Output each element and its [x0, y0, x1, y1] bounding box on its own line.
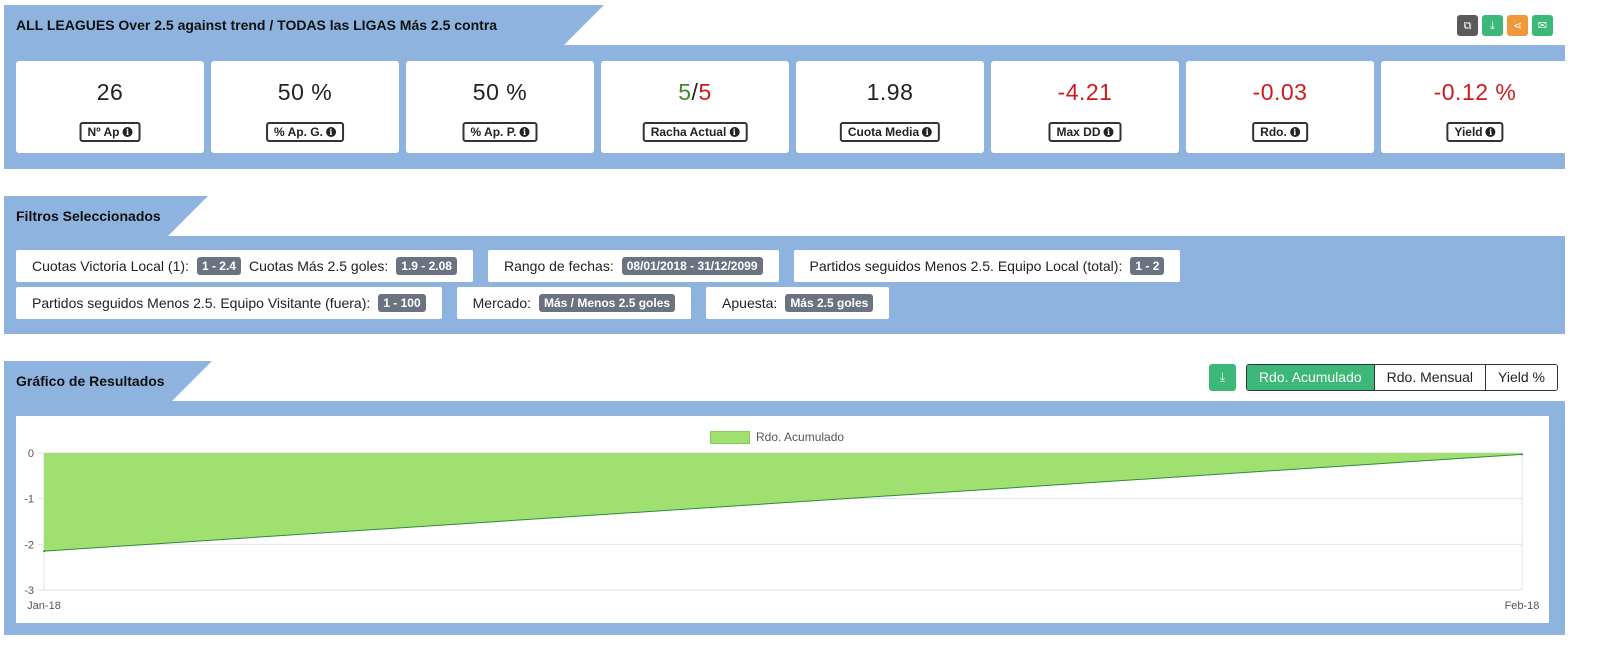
stat-card-result: -0.03 Rdo. i [1186, 61, 1374, 153]
filter-chip: Cuotas Victoria Local (1): 1 - 2.4 Cuota… [16, 250, 473, 282]
filter-label: Apuesta: [722, 295, 778, 311]
stat-card-max-dd: -4.21 Max DD i [991, 61, 1179, 153]
filter-chip: Partidos seguidos Menos 2.5. Equipo Loca… [793, 250, 1181, 282]
filter-chip: Mercado: Más / Menos 2.5 goles [456, 287, 692, 319]
filter-label: Partidos seguidos Menos 2.5. Equipo Loca… [809, 258, 1123, 274]
stat-card-yield: -0.12 % Yield i [1381, 61, 1569, 153]
x-tick-label: Feb-18 [1505, 600, 1540, 612]
stat-value: 1.98 [866, 79, 914, 105]
download-icon[interactable]: ⤓ [1208, 364, 1236, 391]
stat-label[interactable]: Racha Actual i [642, 122, 748, 142]
stat-card-streak: 5/5 Racha Actual i [601, 61, 789, 153]
stat-label[interactable]: % Ap. G. i [266, 122, 344, 142]
filter-chip: Rango de fechas: 08/01/2018 - 31/12/2099 [487, 250, 779, 282]
stat-card-pct-lost: 50 % % Ap. P. i [406, 61, 594, 153]
filters-title: Filtros Seleccionados [16, 208, 161, 224]
stat-card-avg-odds: 1.98 Cuota Media i [796, 61, 984, 153]
tab-yield[interactable]: Yield % [1485, 365, 1557, 390]
stat-value: 26 [96, 79, 124, 105]
filter-label: Rango de fechas: [503, 258, 614, 274]
stat-label[interactable]: Cuota Media i [839, 122, 941, 142]
share-icon[interactable]: ⋖ [1507, 15, 1528, 36]
stat-value: -0.12 % [1433, 79, 1517, 105]
chart-svg: 0 -1 -2 -3 Jan-18 Feb-18 [24, 448, 1540, 612]
chart-controls: ⤓ Rdo. Acumulado Rdo. Mensual Yield % [1208, 364, 1558, 391]
filters-tab: Filtros Seleccionados [4, 196, 208, 236]
stat-label[interactable]: % Ap. P. i [462, 122, 538, 142]
y-tick-label: -2 [24, 539, 34, 551]
stat-label[interactable]: Nº Ap i [79, 122, 141, 142]
results-title: Gráfico de Resultados [16, 373, 165, 389]
info-icon: i [1103, 127, 1114, 137]
stat-label[interactable]: Yield i [1446, 122, 1504, 142]
stat-value: 50 % [277, 79, 333, 105]
stat-label[interactable]: Rdo. i [1252, 122, 1308, 142]
top-actions: ⧉ ⤓ ⋖ ✉ [1457, 15, 1553, 36]
info-icon: i [1289, 127, 1300, 137]
stat-value: -0.03 [1252, 79, 1308, 105]
filter-value: 1.9 - 2.08 [396, 257, 457, 275]
info-icon: i [519, 127, 530, 137]
stats-cards: 26 Nº Ap i 50 % % Ap. G. i 50 % % Ap. P. i … [16, 61, 1569, 153]
y-tick-label: -1 [24, 494, 34, 506]
page-title-tab: ALL LEAGUES Over 2.5 against trend / TOD… [4, 5, 604, 73]
y-tick-label: 0 [28, 448, 34, 460]
filter-value: 08/01/2018 - 31/12/2099 [621, 257, 763, 275]
filter-value: Más 2.5 goles [785, 294, 874, 312]
stat-card-appearances: 26 Nº Ap i [16, 61, 204, 153]
filter-label: Mercado: [472, 295, 531, 311]
filter-value: 1 - 100 [378, 294, 426, 312]
y-tick-label: -3 [24, 585, 34, 597]
stat-value: 5/5 [678, 79, 712, 105]
chart-mode-toggle: Rdo. Acumulado Rdo. Mensual Yield % [1245, 364, 1558, 391]
tab-rdo-mensual[interactable]: Rdo. Mensual [1373, 365, 1486, 390]
info-icon: i [1485, 127, 1496, 137]
copy-icon[interactable]: ⧉ [1457, 15, 1478, 36]
info-icon: i [922, 127, 933, 137]
filter-value: Más / Menos 2.5 goles [539, 294, 676, 312]
chart-area: Rdo. Acumulado 0 -1 -2 -3 Jan-18 Feb-18 [16, 416, 1549, 623]
results-tab: Gráfico de Resultados [4, 361, 212, 401]
info-icon: i [325, 127, 336, 137]
filters-row-1: Cuotas Victoria Local (1): 1 - 2.4 Cuota… [16, 250, 1181, 282]
filter-chip: Apuesta: Más 2.5 goles [706, 287, 890, 319]
stat-value: -4.21 [1057, 79, 1113, 105]
x-tick-label: Jan-18 [27, 600, 61, 612]
stat-card-pct-won: 50 % % Ap. G. i [211, 61, 399, 153]
tab-rdo-acumulado[interactable]: Rdo. Acumulado [1246, 365, 1374, 390]
filter-value: 1 - 2.4 [196, 257, 241, 275]
filter-label: Cuotas Victoria Local (1): [32, 258, 189, 274]
data-point [43, 550, 45, 553]
download-icon[interactable]: ⤓ [1482, 15, 1503, 36]
stat-label[interactable]: Max DD i [1048, 122, 1122, 142]
info-icon: i [122, 127, 133, 137]
filters-row-2: Partidos seguidos Menos 2.5. Equipo Visi… [16, 287, 890, 319]
data-point [1521, 453, 1523, 456]
info-icon: i [729, 127, 740, 137]
mail-icon[interactable]: ✉ [1532, 15, 1553, 36]
filter-label: Partidos seguidos Menos 2.5. Equipo Visi… [32, 295, 371, 311]
stat-value: 50 % [472, 79, 528, 105]
filter-chip: Partidos seguidos Menos 2.5. Equipo Visi… [16, 287, 442, 319]
filter-label: Cuotas Más 2.5 goles: [248, 258, 389, 274]
filter-value: 1 - 2 [1130, 257, 1165, 275]
